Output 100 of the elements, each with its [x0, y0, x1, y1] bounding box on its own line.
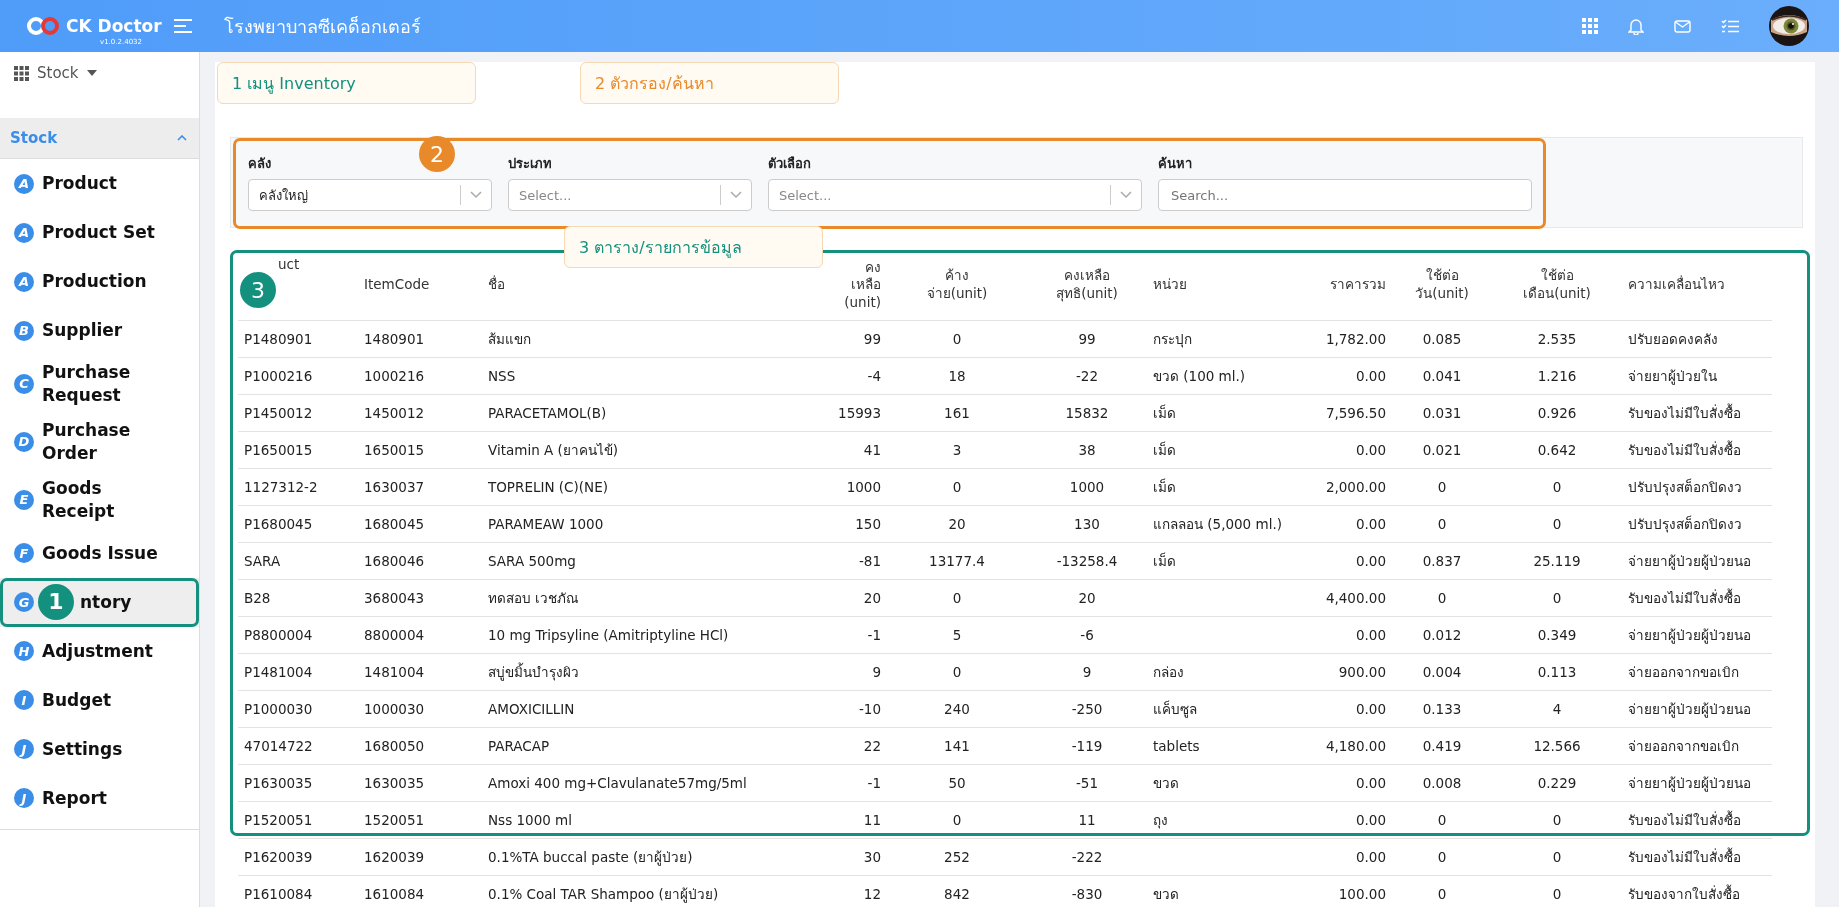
table-cell: 3 [952, 442, 962, 458]
sidebar-item[interactable]: J Report [0, 773, 199, 823]
table-cell: P1481004 [244, 664, 313, 680]
letter-icon: A [14, 271, 34, 292]
table-cell: ปรับยอดคงคลัง [1628, 331, 1718, 347]
sidebar-item[interactable]: H Adjustment [0, 626, 199, 676]
table-cell: tablets [1153, 738, 1200, 754]
module-dropdown[interactable]: Stock [37, 64, 79, 82]
column-header: ค้าง จ่าย(unit) [887, 250, 1027, 321]
table-cell: 3680043 [364, 590, 425, 606]
letter-icon: A [14, 173, 34, 194]
table-cell: 20 [1078, 590, 1096, 606]
table-cell: SARA [244, 553, 281, 569]
table-cell: P1630035 [244, 775, 313, 791]
table-cell: -830 [1071, 886, 1103, 902]
column-header: ราคารวม [1307, 250, 1392, 321]
table-cell: -51 [1075, 775, 1099, 791]
sidebar-item[interactable]: G 1 ntory [0, 577, 199, 627]
select-field[interactable]: Select... [768, 179, 1142, 211]
column-header: ใช้ต่อ วัน(unit) [1392, 250, 1492, 321]
table-cell: จ่ายยาผู้ป่วยผู้ป่วยนอ [1628, 553, 1751, 569]
checklist-icon[interactable] [1721, 18, 1739, 34]
table-cell: 47014722 [244, 738, 313, 754]
filter-label: ประเภท [508, 155, 552, 173]
column-header: ItemCode [358, 250, 482, 321]
letter-icon: F [14, 543, 34, 564]
letter-icon: G [14, 592, 34, 613]
letter-icon: C [14, 373, 34, 394]
sidebar-item[interactable]: A Production [0, 257, 199, 306]
table-cell: 1000216 [364, 368, 425, 384]
table-cell: 0 [952, 590, 962, 606]
filter-label: คลัง [248, 155, 271, 173]
sidebar-item[interactable]: I Budget [0, 675, 199, 725]
table-cell: -4 [867, 368, 881, 384]
column-header: คงเหลือ สุทธิ(unit) [1027, 250, 1147, 321]
table-cell: 1630035 [364, 775, 425, 791]
table-cell: 0.837 [1422, 553, 1462, 569]
annotation-callout: 2 ตัวกรอง/ค้นหา [580, 62, 839, 104]
table-cell: 2.535 [1537, 331, 1577, 347]
sidebar-item[interactable]: B Supplier [0, 306, 199, 355]
table-cell: 0.00 [1355, 516, 1386, 532]
table-cell: เม็ด [1153, 442, 1176, 458]
table-cell: 0 [1437, 886, 1447, 902]
table-cell: 30 [863, 849, 881, 865]
table-cell: 0 [1552, 812, 1562, 828]
table-cell: 1,782.00 [1325, 331, 1386, 347]
table-cell: จ่ายยาผู้ป่วยผู้ป่วยนอ [1628, 775, 1751, 791]
table-cell: 0.1% Coal TAR Shampoo (ยาผู้ป่วย) [488, 886, 719, 902]
table-cell: -250 [1071, 701, 1103, 717]
letter-icon: B [14, 320, 34, 341]
table-cell: 1680045 [364, 516, 425, 532]
table-cell: 8800004 [364, 627, 425, 643]
chevron-icon[interactable] [177, 135, 187, 141]
table-cell: จ่ายยาผู้ป่วยผู้ป่วยนอ [1628, 701, 1751, 717]
table-cell: 0.00 [1355, 849, 1386, 865]
table-cell: P8800004 [244, 627, 313, 643]
table-cell: 0.00 [1355, 442, 1386, 458]
table-cell: 2,000.00 [1325, 479, 1386, 495]
table-cell: 0.00 [1355, 368, 1386, 384]
table-cell: 0.00 [1355, 775, 1386, 791]
mail-icon[interactable] [1674, 19, 1691, 33]
table-cell: -119 [1071, 738, 1103, 754]
select-field[interactable]: Select... [508, 179, 752, 211]
select-field[interactable]: คลังใหญ่ [248, 179, 492, 211]
sidebar-item[interactable]: A Product [0, 159, 199, 208]
table-cell: 1630037 [364, 479, 425, 495]
table-cell: 1650015 [364, 442, 425, 458]
column-header: ใช้ต่อ เดือน(unit) [1492, 250, 1622, 321]
table-cell: 1520051 [364, 812, 425, 828]
table-cell: -6 [1080, 627, 1094, 643]
table-cell: 0 [952, 479, 962, 495]
table-cell: 1481004 [364, 664, 425, 680]
table-cell: P1520051 [244, 812, 313, 828]
table-cell: สบู่ขมิ้นบำรุงผิว [488, 664, 579, 680]
table-cell: 4,400.00 [1325, 590, 1386, 606]
table-cell: -13258.4 [1056, 553, 1118, 569]
table-cell: 0.041 [1422, 368, 1462, 384]
table-cell: 15832 [1065, 405, 1109, 421]
table-cell: 11 [1078, 812, 1096, 828]
table-cell: 99 [863, 331, 881, 347]
sidebar-item[interactable]: J Settings [0, 724, 199, 774]
table-cell: P1450012 [244, 405, 313, 421]
notification-icon[interactable] [1628, 17, 1644, 35]
apps-icon[interactable] [14, 65, 29, 81]
table-cell: 1480901 [364, 331, 425, 347]
table-cell: 7,596.50 [1325, 405, 1386, 421]
table-cell: 0 [1552, 590, 1562, 606]
caret-icon[interactable] [86, 70, 97, 76]
search-field[interactable]: Search... [1158, 179, 1532, 211]
table-cell: 4 [1552, 701, 1562, 717]
table-cell: 38 [1078, 442, 1096, 458]
column-header: หน่วย [1147, 250, 1307, 321]
sidebar-item[interactable]: A Product Set [0, 208, 199, 257]
table-cell: 252 [944, 849, 970, 865]
table-cell: 0.349 [1537, 627, 1577, 643]
menu-icon[interactable] [173, 19, 192, 33]
table-cell: 13177.4 [929, 553, 985, 569]
sidebar-item[interactable]: F Goods Issue [0, 528, 199, 578]
table-cell: 0.031 [1422, 405, 1462, 421]
table-cell: 12.566 [1533, 738, 1581, 754]
